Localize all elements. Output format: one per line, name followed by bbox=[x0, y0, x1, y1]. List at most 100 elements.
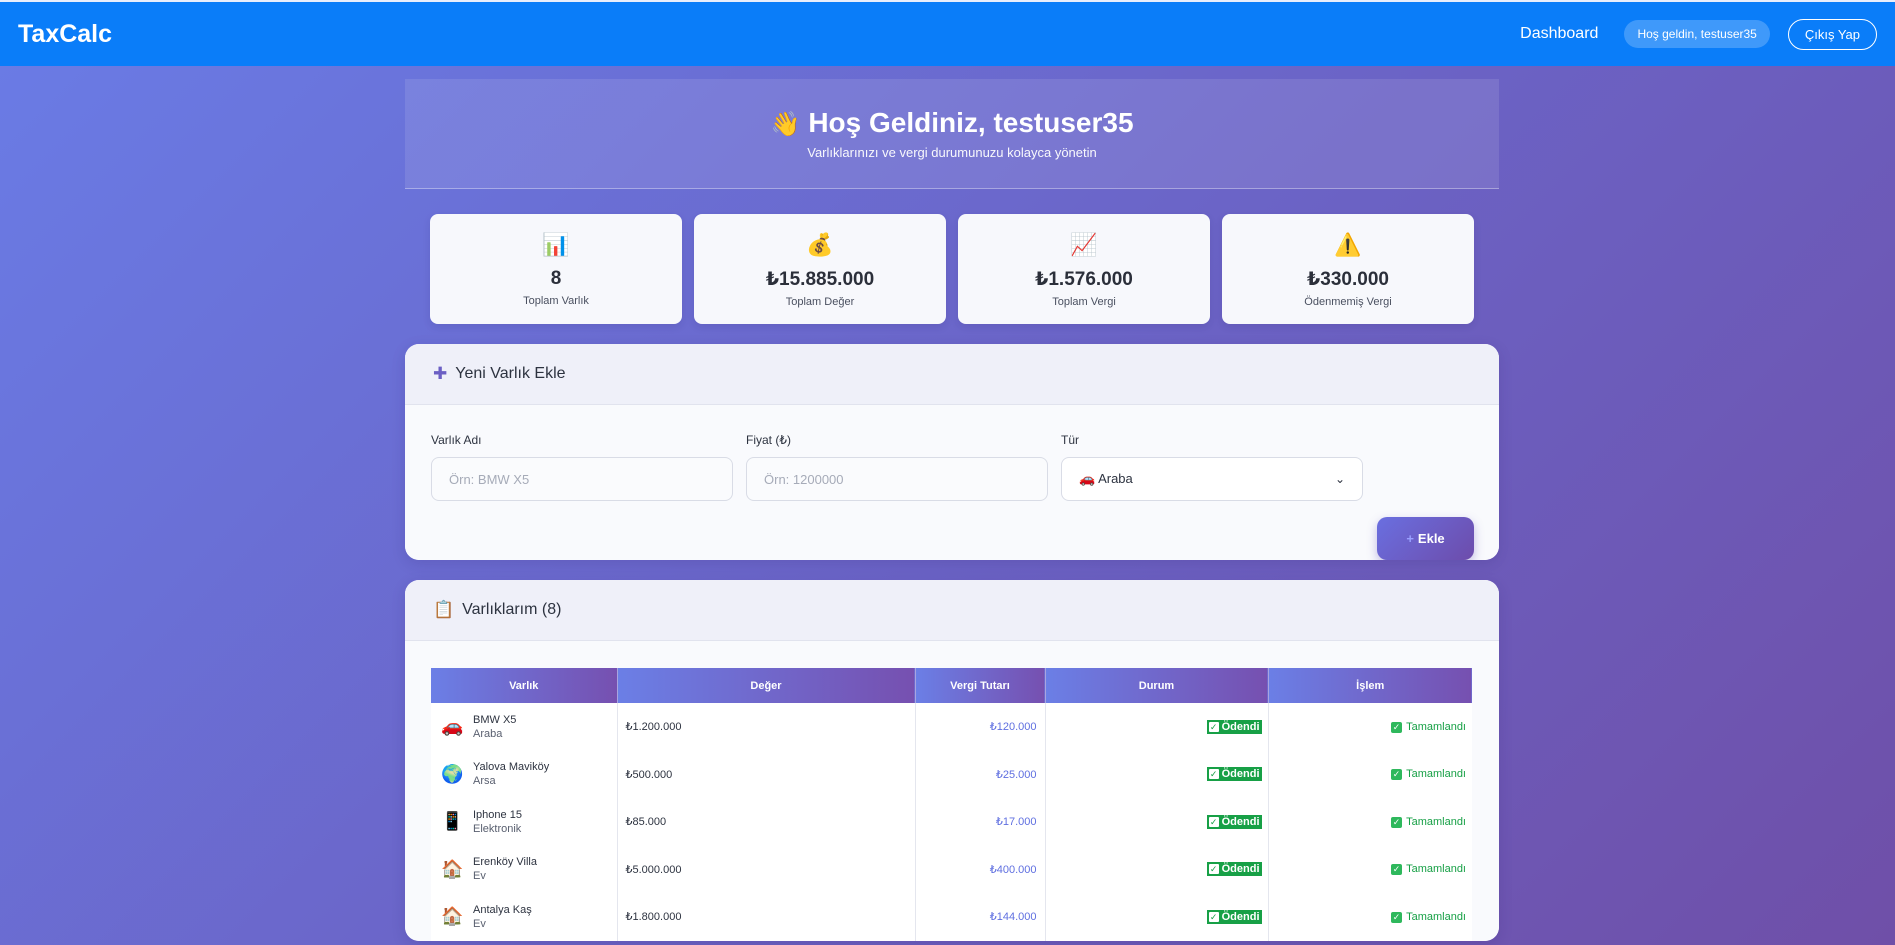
asset-cell: 🚗 BMW X5 Araba bbox=[431, 714, 617, 740]
nav-right: Dashboard Hoş geldin, testuser35 Çıkış Y… bbox=[1520, 18, 1877, 50]
status-cell: ✓ Ödendi bbox=[1045, 750, 1269, 798]
house-icon: 🏠 bbox=[441, 906, 464, 927]
assets-table: Varlık Değer Vergi Tutarı Durum İşlem 🚗 B… bbox=[431, 668, 1472, 941]
asset-name-label: Varlık Adı bbox=[431, 433, 482, 447]
asset-name: Iphone 15 bbox=[473, 808, 522, 821]
main-container: 👋 Hoş Geldiniz, testuser35 Varlıklarınızı… bbox=[405, 79, 1499, 941]
stat-value: 8 bbox=[550, 268, 562, 289]
tax-amount: ₺144.000 bbox=[915, 893, 1046, 941]
status-label: Ödendi bbox=[1221, 768, 1260, 781]
price-input[interactable]: Örn: 1200000 bbox=[746, 457, 1048, 501]
action-cell: ✓ Tamamlandı bbox=[1268, 798, 1472, 846]
status-label: Ödendi bbox=[1221, 815, 1260, 828]
dashboard-link[interactable]: Dashboard bbox=[1520, 25, 1598, 43]
add-button-label: Ekle bbox=[1417, 531, 1445, 546]
waving-hand-icon: 👋 bbox=[770, 111, 801, 138]
tax-amount: ₺120.000 bbox=[915, 703, 1046, 751]
action-label: Tamamlandı bbox=[1406, 720, 1466, 733]
check-icon: ✓ bbox=[1208, 911, 1219, 922]
stat-label: Toplam Varlık bbox=[523, 295, 589, 307]
check-icon: ✓ bbox=[1208, 864, 1219, 875]
car-icon: 🚗 bbox=[441, 716, 464, 737]
table-row: 📱 Iphone 15 Elektronik ₺85.000 ₺17.000 ✓ Öd… bbox=[431, 798, 1472, 846]
assets-card: 📋 Varlıklarım (8) Varlık Değer Vergi Tut… bbox=[405, 580, 1499, 941]
type-selected-value: 🚗 Araba bbox=[1079, 471, 1133, 486]
globe-icon: 🌍 bbox=[441, 763, 464, 784]
check-icon: ✓ bbox=[1208, 816, 1219, 827]
stat-value: ₺330.000 bbox=[1307, 269, 1389, 290]
bar-chart-icon: 📊 bbox=[542, 232, 570, 257]
add-asset-header: ✚ Yeni Varlık Ekle bbox=[405, 344, 1499, 405]
asset-cell: 🌍 Yalova Maviköy Arsa bbox=[431, 761, 617, 787]
stat-card-total-assets: 📊 8 Toplam Varlık bbox=[430, 214, 682, 324]
stat-value: ₺15.885.000 bbox=[765, 269, 875, 290]
column-header: Değer bbox=[617, 668, 916, 703]
warning-icon: ⚠️ bbox=[1334, 232, 1362, 257]
add-asset-card: ✚ Yeni Varlık Ekle Varlık Adı Örn: BMW X… bbox=[405, 344, 1499, 560]
action-cell: ✓ Tamamlandı bbox=[1268, 751, 1472, 799]
asset-cell: 🏠 Erenköy Villa Ev bbox=[431, 856, 617, 882]
status-cell: ✓ Ödendi bbox=[1045, 798, 1269, 846]
status-cell: ✓ Ödendi bbox=[1045, 703, 1269, 751]
stat-card-unpaid-tax: ⚠️ ₺330.000 Ödenmemiş Vergi bbox=[1222, 214, 1474, 324]
action-cell: ✓ Tamamlandı bbox=[1268, 703, 1472, 751]
asset-type: Arsa bbox=[473, 775, 496, 788]
status-badge: ✓ Ödendi bbox=[1206, 909, 1262, 924]
asset-name-input[interactable]: Örn: BMW X5 bbox=[431, 457, 733, 501]
asset-type: Ev bbox=[473, 870, 486, 883]
assets-title: Varlıklarım (8) bbox=[462, 601, 562, 618]
check-icon: ✓ bbox=[1391, 721, 1403, 733]
brand-logo[interactable]: TaxCalc bbox=[18, 20, 112, 49]
asset-type: Araba bbox=[473, 727, 503, 740]
chevron-down-icon: ⌄ bbox=[1334, 472, 1345, 486]
action-label: Tamamlandı bbox=[1406, 768, 1466, 781]
asset-value: ₺85.000 bbox=[617, 798, 916, 846]
stat-value: ₺1.576.000 bbox=[1035, 269, 1133, 290]
page-title-text: Hoş Geldiniz, testuser35 bbox=[808, 107, 1134, 138]
type-field: Tür 🚗 Araba ⌄ bbox=[1061, 433, 1363, 501]
logout-button[interactable]: Çıkış Yap bbox=[1787, 18, 1877, 50]
check-icon: ✓ bbox=[1391, 769, 1403, 781]
page-subtitle: Varlıklarınızı ve vergi durumunuzu kolay… bbox=[807, 145, 1097, 160]
price-field: Fiyat (₺) Örn: 1200000 bbox=[746, 433, 1048, 501]
check-icon: ✓ bbox=[1391, 864, 1403, 876]
house-icon: 🏠 bbox=[441, 858, 464, 879]
asset-name: Erenköy Villa bbox=[473, 856, 537, 869]
asset-name-field: Varlık Adı Örn: BMW X5 bbox=[431, 433, 733, 501]
asset-name: Yalova Maviköy bbox=[473, 761, 550, 774]
asset-type: Elektronik bbox=[473, 822, 522, 835]
type-select[interactable]: 🚗 Araba ⌄ bbox=[1061, 457, 1363, 501]
action-label: Tamamlandı bbox=[1406, 815, 1466, 828]
page-title: 👋 Hoş Geldiniz, testuser35 bbox=[405, 107, 1499, 139]
tax-amount: ₺400.000 bbox=[915, 845, 1046, 893]
welcome-badge: Hoş geldin, testuser35 bbox=[1624, 20, 1770, 48]
stat-card-total-tax: 📈 ₺1.576.000 Toplam Vergi bbox=[958, 214, 1210, 324]
status-label: Ödendi bbox=[1221, 863, 1260, 876]
type-label: Tür bbox=[1061, 433, 1079, 447]
status-label: Ödendi bbox=[1221, 910, 1260, 923]
check-icon: ✓ bbox=[1391, 816, 1403, 828]
asset-value: ₺1.800.000 bbox=[617, 893, 916, 941]
action-label: Tamamlandı bbox=[1406, 863, 1466, 876]
price-label: Fiyat (₺) bbox=[746, 433, 791, 447]
action-cell: ✓ Tamamlandı bbox=[1268, 893, 1472, 941]
status-cell: ✓ Ödendi bbox=[1045, 845, 1269, 893]
stat-card-total-value: 💰 ₺15.885.000 Toplam Değer bbox=[694, 214, 946, 324]
check-icon: ✓ bbox=[1391, 911, 1403, 923]
table-row: 🚗 BMW X5 Araba ₺1.200.000 ₺120.000 ✓ Ödendi… bbox=[431, 703, 1472, 751]
tax-amount: ₺25.000 bbox=[915, 750, 1046, 798]
stat-label: Toplam Vergi bbox=[1052, 296, 1116, 308]
status-label: Ödendi bbox=[1221, 720, 1260, 733]
check-icon: ✓ bbox=[1208, 721, 1219, 732]
trend-chart-icon: 📈 bbox=[1070, 232, 1098, 257]
check-icon: ✓ bbox=[1208, 769, 1219, 780]
assets-table-wrap: Varlık Değer Vergi Tutarı Durum İşlem 🚗 B… bbox=[405, 641, 1499, 941]
column-header: İşlem bbox=[1268, 668, 1472, 703]
status-badge: ✓ Ödendi bbox=[1206, 814, 1262, 829]
status-cell: ✓ Ödendi bbox=[1045, 893, 1269, 941]
column-header: Vergi Tutarı bbox=[915, 668, 1046, 703]
add-asset-form: Varlık Adı Örn: BMW X5 Fiyat (₺) Örn: 12… bbox=[405, 405, 1499, 560]
asset-value: ₺1.200.000 bbox=[617, 703, 916, 751]
asset-cell: 📱 Iphone 15 Elektronik bbox=[431, 809, 617, 835]
add-asset-button[interactable]: + Ekle bbox=[1377, 517, 1474, 560]
